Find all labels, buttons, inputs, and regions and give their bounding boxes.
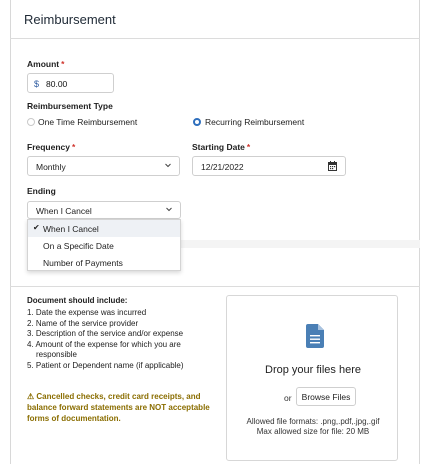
radio-recurring[interactable] [193,118,201,126]
radio-one-time[interactable] [27,118,35,126]
starting-date-value: 12/21/2022 [201,162,244,172]
required-mark: * [72,142,76,152]
ending-label: Ending [27,186,56,196]
max-size-text: Max allowed size for file: 20 MB [256,427,370,436]
starting-date-input[interactable]: 12/21/2022 [192,156,346,176]
amount-value: 80.00 [46,79,68,89]
dropdown-option-when-i-cancel[interactable]: ✔ When I Cancel [28,220,180,237]
upload-restrictions: Allowed file formats: .png,.pdf,.jpg,.gi… [227,417,399,437]
amount-input[interactable]: $ 80.00 [27,73,114,93]
page-title: Reimbursement [24,12,116,27]
allowed-formats-text: Allowed file formats: .png,.pdf,.jpg,.gi… [246,417,380,426]
panel-header: Reimbursement [10,0,420,39]
documentation-warning: ⚠ Cancelled checks, credit card receipts… [27,391,217,424]
ending-select[interactable]: When I Cancel [27,201,181,219]
or-text: or [284,393,292,403]
list-item: 1. Date the expense was incurred [27,308,147,317]
list-item: 5. Patient or Dependent name (if applica… [27,360,184,370]
chevron-down-icon [165,205,173,215]
reimbursement-type-label: Reimbursement Type [27,101,113,111]
option-label: Number of Payments [43,258,123,268]
option-label: On a Specific Date [43,241,114,251]
section-divider [10,286,420,287]
required-mark: * [246,142,251,152]
amount-label: Amount [27,59,60,69]
file-dropzone[interactable]: Drop your files here or Browse Files All… [226,295,398,461]
section-divider-band [181,240,420,248]
warning-icon: ⚠ [27,392,35,401]
list-item: 3. Description of the service and/or exp… [27,329,184,338]
checkmark-icon: ✔ [33,223,40,232]
frequency-select[interactable]: Monthly [27,156,180,176]
chevron-down-icon [164,161,172,171]
starting-date-label-group: Starting Date * [192,142,250,152]
documents-title: Document should include: [27,296,128,305]
ending-dropdown-menu: ✔ When I Cancel On a Specific Date Numbe… [27,219,181,271]
dropdown-option-specific-date[interactable]: On a Specific Date [28,237,180,254]
browse-files-button[interactable]: Browse Files [296,387,356,406]
calendar-icon[interactable] [328,161,337,171]
documents-list: 1. Date the expense was incurred 2. Name… [27,308,217,371]
drop-files-text: Drop your files here [265,364,361,376]
list-item: 2. Name of the service provider [27,318,139,328]
starting-date-label: Starting Date [192,142,245,152]
list-item: responsible [36,350,77,359]
currency-symbol: $ [34,79,40,89]
document-icon [306,324,324,348]
frequency-label-group: Frequency * [27,142,75,152]
ending-value: When I Cancel [36,206,92,216]
warning-text: Cancelled checks, credit card receipts, … [27,392,210,423]
option-label: When I Cancel [43,224,99,234]
required-mark: * [61,59,65,69]
dropdown-option-number-of-payments[interactable]: Number of Payments [28,254,180,271]
frequency-value: Monthly [36,162,66,172]
radio-recurring-label[interactable]: Recurring Reimbursement [205,117,304,127]
frequency-label: Frequency [27,142,70,152]
radio-one-time-label[interactable]: One Time Reimbursement [38,117,137,127]
list-item: 4. Amount of the expense for which you a… [27,339,181,349]
amount-label-group: Amount * [27,59,64,69]
